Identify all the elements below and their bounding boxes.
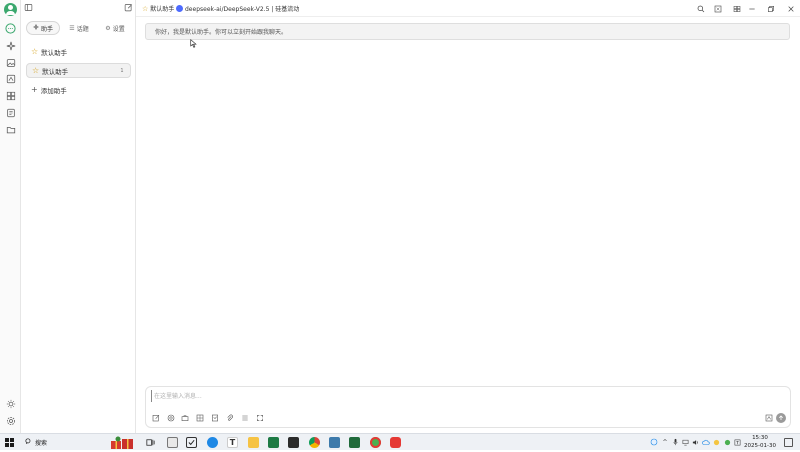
assistant-item-selected[interactable]: ☆ 默认助手 1 xyxy=(26,63,131,78)
close-icon[interactable] xyxy=(784,2,797,15)
gift-decoration-icon[interactable] xyxy=(110,435,134,450)
model-selector[interactable]: deepseek-ai/DeepSeek-V2.5 | 硅基流动 xyxy=(176,2,299,15)
theme-toggle-icon[interactable] xyxy=(4,397,17,410)
message-input-box xyxy=(145,386,791,428)
new-topic-icon[interactable] xyxy=(151,413,161,423)
restore-icon[interactable] xyxy=(764,2,777,15)
clear-icon[interactable] xyxy=(240,413,250,423)
settings-icon[interactable] xyxy=(4,414,17,427)
security-icon[interactable] xyxy=(712,437,720,447)
cloud-icon[interactable] xyxy=(702,437,710,447)
star-icon: ☆ xyxy=(32,66,40,75)
calculator-app-icon[interactable] xyxy=(167,437,178,448)
microphone-icon[interactable] xyxy=(671,437,679,447)
network-icon[interactable] xyxy=(681,437,689,447)
current-assistant[interactable]: ☆ 默认助手 xyxy=(142,2,174,15)
mouse-cursor-icon xyxy=(190,39,197,50)
sparkle-nav-icon[interactable] xyxy=(4,39,17,52)
terminal-app-icon[interactable] xyxy=(349,437,360,448)
message-input[interactable] xyxy=(151,390,551,402)
input-method-icon[interactable] xyxy=(733,437,741,447)
clock-date: 2025-01-30 xyxy=(744,442,776,449)
excel-app-icon[interactable] xyxy=(268,437,279,448)
tab-settings[interactable]: ⚙ 设置 xyxy=(101,21,129,35)
pen-app-icon[interactable] xyxy=(329,437,340,448)
list-icon: ☰ xyxy=(69,24,75,32)
nav-rail xyxy=(0,0,21,433)
apps-icon[interactable] xyxy=(4,89,17,102)
chevron-up-icon[interactable]: ^ xyxy=(661,437,669,447)
volume-icon[interactable] xyxy=(691,437,699,447)
deepseek-icon xyxy=(176,5,183,12)
edge-browser-icon[interactable] xyxy=(207,437,218,448)
notification-icon[interactable] xyxy=(784,438,793,447)
new-chat-icon[interactable] xyxy=(124,3,134,13)
chrome-browser-icon[interactable] xyxy=(309,437,320,448)
panel-header xyxy=(21,0,136,17)
sync-app-icon[interactable] xyxy=(390,437,401,448)
knowledge-base-icon[interactable] xyxy=(210,413,220,423)
cherry-studio-app-icon[interactable] xyxy=(370,437,381,448)
star-icon: ☆ xyxy=(31,47,39,56)
sidebar-toggle-icon[interactable] xyxy=(24,3,34,13)
fullscreen-icon[interactable] xyxy=(711,2,724,15)
minimize-icon[interactable] xyxy=(745,2,758,15)
mention-icon[interactable] xyxy=(166,413,176,423)
task-view-icon[interactable] xyxy=(145,437,156,448)
knowledge-icon[interactable] xyxy=(4,106,17,119)
translate-icon[interactable] xyxy=(4,72,17,85)
windows-start-icon[interactable] xyxy=(5,438,14,447)
attachment-icon[interactable] xyxy=(225,413,235,423)
add-assistant-button[interactable]: + 添加助手 xyxy=(26,82,131,97)
image-icon[interactable] xyxy=(4,56,17,69)
assistant-greeting-message: 你好，我是默认助手。你可以立刻开始跟我聊天。 xyxy=(145,23,790,40)
chat-header: ☆ 默认助手 deepseek-ai/DeepSeek-V2.5 | 硅基流动 xyxy=(136,0,800,17)
pycharm-app-icon[interactable] xyxy=(288,437,299,448)
avatar[interactable] xyxy=(4,3,17,16)
expand-icon[interactable] xyxy=(255,413,265,423)
windows-taskbar: 搜索 T ^ 15:30 2025-01-30 xyxy=(0,433,800,450)
gear-icon: ⚙ xyxy=(105,24,111,32)
search-icon xyxy=(25,438,32,447)
topic-count-badge: 1 xyxy=(120,68,124,74)
typora-app-icon[interactable]: T xyxy=(227,437,238,448)
todo-app-icon[interactable] xyxy=(186,437,197,448)
tab-topics[interactable]: ☰ 话题 xyxy=(65,21,93,35)
tray-app-icon[interactable] xyxy=(649,437,658,447)
layout-icon[interactable] xyxy=(730,2,743,15)
file-explorer-icon[interactable] xyxy=(248,437,259,448)
quick-phrases-icon[interactable] xyxy=(195,413,205,423)
folder-icon[interactable] xyxy=(4,123,17,136)
translate-input-icon[interactable] xyxy=(764,413,774,423)
assistant-panel: 助手 ☰ 话题 ⚙ 设置 ☆ 默认助手 ☆ 默认助手 1 + 添加助手 xyxy=(21,0,136,433)
toolbox-icon[interactable] xyxy=(180,413,190,423)
system-clock[interactable]: 15:30 2025-01-30 xyxy=(743,435,777,450)
assistant-item[interactable]: ☆ 默认助手 xyxy=(26,44,131,59)
plus-icon: + xyxy=(31,85,38,94)
tab-assistants[interactable]: 助手 xyxy=(26,21,60,35)
sparkle-icon xyxy=(33,24,39,32)
app-window: 助手 ☰ 话题 ⚙ 设置 ☆ 默认助手 ☆ 默认助手 1 + 添加助手 ☆ 默认… xyxy=(0,0,800,433)
chat-icon[interactable] xyxy=(4,22,17,35)
clock-time: 15:30 xyxy=(752,435,768,441)
star-icon: ☆ xyxy=(142,4,149,13)
tray-app-icon-2[interactable] xyxy=(723,437,731,447)
send-button[interactable] xyxy=(776,413,786,423)
search-icon[interactable] xyxy=(694,2,707,15)
